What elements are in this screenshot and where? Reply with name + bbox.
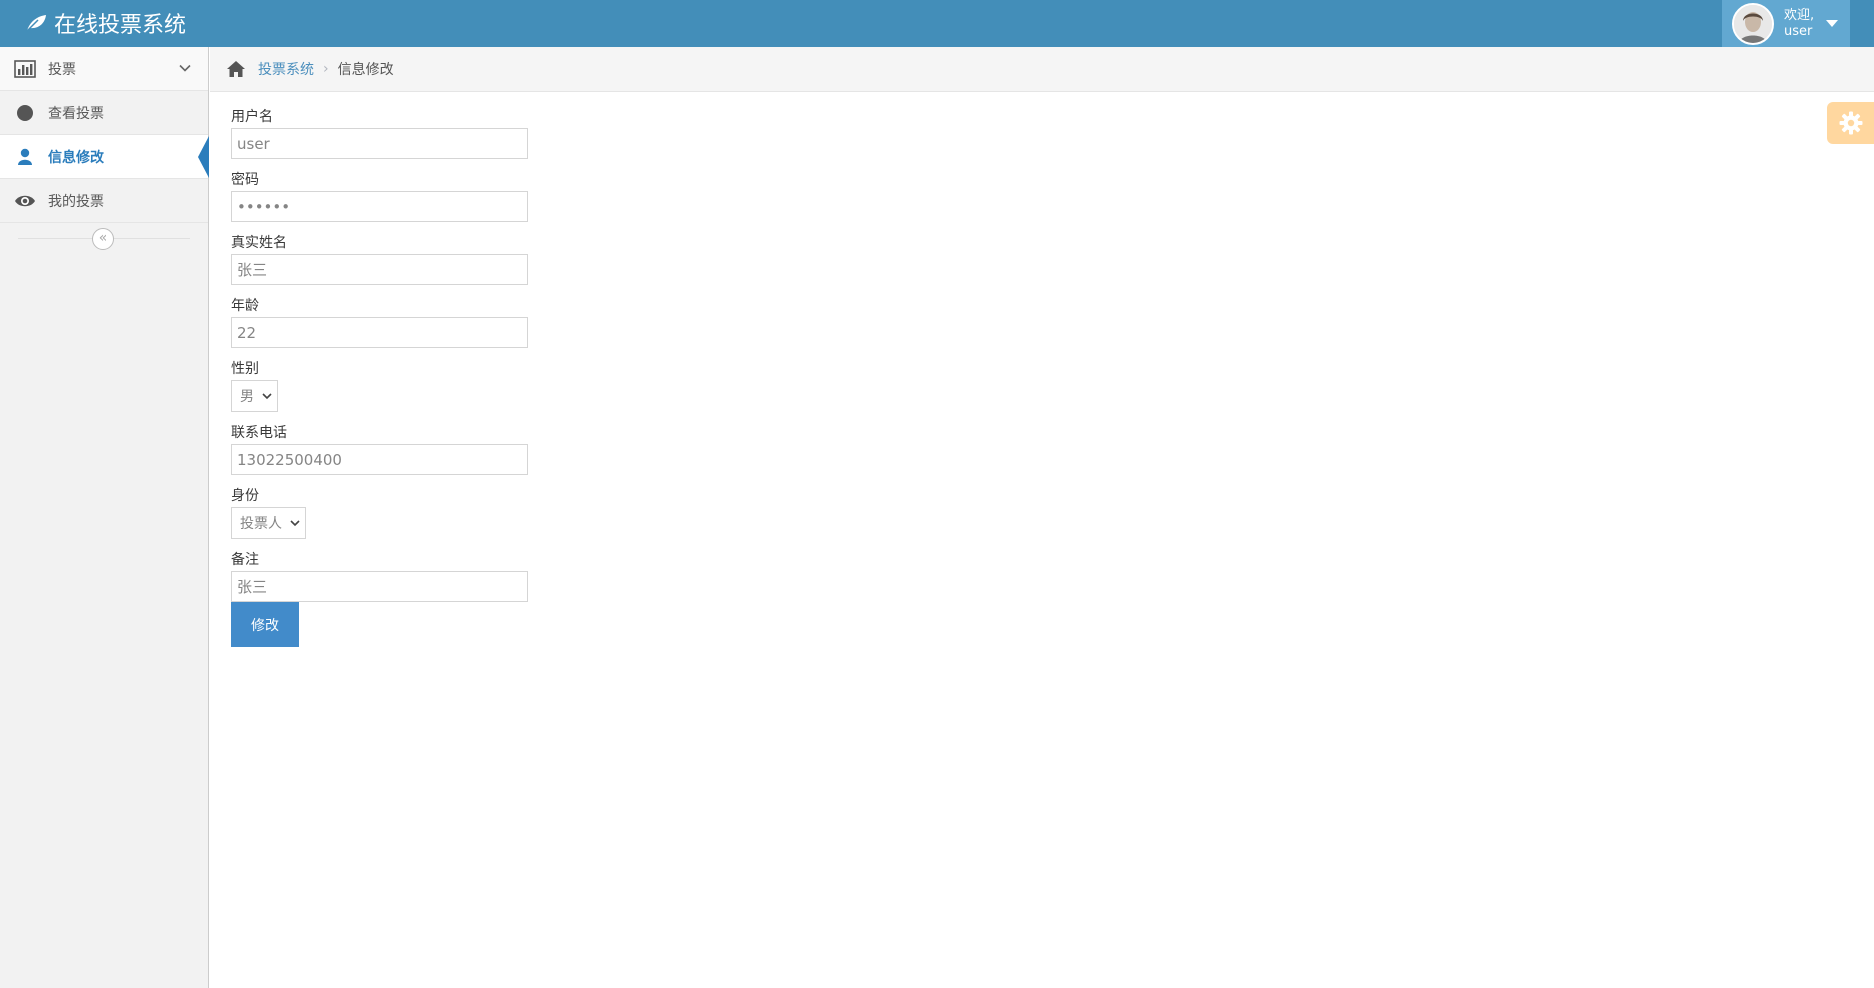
chevron-down-icon bbox=[290, 520, 300, 527]
caret-down-icon bbox=[1826, 20, 1839, 27]
password-label: 密码 bbox=[231, 172, 259, 188]
user-name: user bbox=[1784, 23, 1813, 39]
home-icon[interactable] bbox=[226, 60, 246, 78]
breadcrumb-separator: › bbox=[323, 61, 329, 77]
sidebar-item-my-votes[interactable]: 我的投票 bbox=[0, 179, 208, 223]
realname-label: 真实姓名 bbox=[231, 235, 287, 251]
avatar bbox=[1732, 2, 1774, 45]
settings-button[interactable] bbox=[1827, 102, 1874, 144]
leaf-icon bbox=[26, 15, 46, 32]
brand[interactable]: 在线投票系统 bbox=[24, 8, 186, 38]
sidebar-item-edit-info[interactable]: 信息修改 bbox=[0, 135, 208, 179]
eye-icon bbox=[14, 191, 36, 211]
username-label: 用户名 bbox=[231, 109, 273, 125]
bar-chart-icon bbox=[14, 59, 36, 79]
gear-icon bbox=[1839, 111, 1862, 135]
chevron-down-icon bbox=[262, 393, 272, 400]
user-icon bbox=[14, 147, 36, 167]
sidebar-item-label: 我的投票 bbox=[48, 193, 104, 210]
gender-selected-value: 男 bbox=[240, 389, 254, 405]
note-field[interactable] bbox=[231, 571, 528, 602]
breadcrumb-home-link[interactable]: 投票系统 bbox=[258, 59, 314, 79]
welcome-text: 欢迎, bbox=[1784, 7, 1815, 23]
user-info: 欢迎, user bbox=[1784, 8, 1814, 40]
note-label: 备注 bbox=[231, 552, 259, 568]
password-field[interactable] bbox=[231, 191, 528, 222]
realname-field[interactable] bbox=[231, 254, 528, 285]
sidebar: 投票 查看投票 信息修改 我的投票 « bbox=[0, 47, 209, 988]
phone-label: 联系电话 bbox=[231, 425, 287, 441]
sidebar-item-vote[interactable]: 投票 bbox=[0, 47, 208, 91]
circle-icon bbox=[14, 103, 36, 123]
role-selected-value: 投票人 bbox=[240, 516, 282, 532]
breadcrumb: 投票系统 › 信息修改 bbox=[210, 47, 1874, 92]
age-field[interactable] bbox=[231, 317, 528, 348]
sidebar-collapse: « bbox=[0, 223, 208, 253]
app-title: 在线投票系统 bbox=[54, 13, 187, 38]
phone-field[interactable] bbox=[231, 444, 528, 475]
submit-button[interactable]: 修改 bbox=[231, 602, 299, 647]
chevron-down-icon bbox=[179, 64, 191, 72]
sidebar-item-label: 投票 bbox=[48, 61, 76, 78]
sidebar-item-view-votes[interactable]: 查看投票 bbox=[0, 91, 208, 135]
gender-select[interactable]: 男 bbox=[231, 380, 278, 412]
user-menu[interactable]: 欢迎, user bbox=[1722, 0, 1850, 47]
username-field[interactable] bbox=[231, 128, 528, 159]
gender-label: 性别 bbox=[231, 361, 259, 377]
top-navbar: 在线投票系统 欢迎, user bbox=[0, 0, 1874, 47]
role-label: 身份 bbox=[231, 488, 259, 504]
profile-form: 用户名 密码 真实姓名 年龄 性别 男 联系电话 身份 投票人 备注 修改 bbox=[231, 108, 531, 647]
collapse-sidebar-button[interactable]: « bbox=[92, 228, 114, 250]
sidebar-item-label: 信息修改 bbox=[48, 149, 104, 166]
age-label: 年龄 bbox=[231, 298, 259, 314]
sidebar-item-label: 查看投票 bbox=[48, 105, 104, 122]
breadcrumb-current: 信息修改 bbox=[337, 62, 394, 78]
role-select[interactable]: 投票人 bbox=[231, 507, 306, 539]
